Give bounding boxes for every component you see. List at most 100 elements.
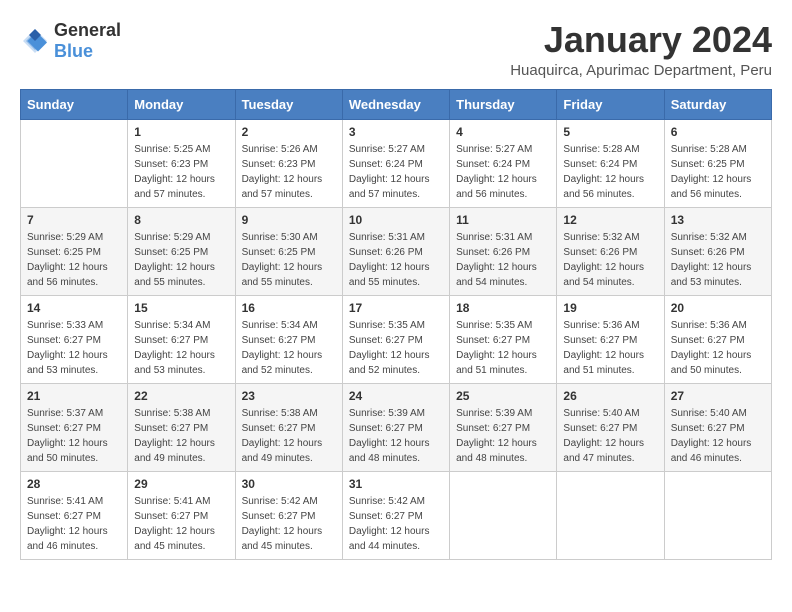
day-number: 27 xyxy=(671,389,765,403)
day-number: 4 xyxy=(456,125,550,139)
day-number: 3 xyxy=(349,125,443,139)
day-number: 1 xyxy=(134,125,228,139)
day-cell: 4 Sunrise: 5:27 AMSunset: 6:24 PMDaylight… xyxy=(450,119,557,207)
page-header: General Blue January 2024 Huaquirca, Apu… xyxy=(20,20,772,79)
day-cell: 5Sunrise: 5:28 AMSunset: 6:24 PMDaylight… xyxy=(557,119,664,207)
day-info: Sunrise: 5:27 AMSunset: 6:24 PMDaylight:… xyxy=(349,142,443,202)
day-info: Sunrise: 5:35 AMSunset: 6:27 PMDaylight:… xyxy=(349,318,443,378)
day-info: Sunrise: 5:25 AMSunset: 6:23 PMDaylight:… xyxy=(134,142,228,202)
day-number: 23 xyxy=(242,389,336,403)
day-info: Sunrise: 5:38 AMSunset: 6:27 PMDaylight:… xyxy=(134,406,228,466)
day-info: Sunrise: 5:29 AMSunset: 6:25 PMDaylight:… xyxy=(27,230,121,290)
day-cell: 9Sunrise: 5:30 AMSunset: 6:25 PMDaylight… xyxy=(235,207,342,295)
calendar-header: SundayMondayTuesdayWednesdayThursdayFrid… xyxy=(21,89,772,119)
day-info: Sunrise: 5:34 AMSunset: 6:27 PMDaylight:… xyxy=(134,318,228,378)
logo-general-text: General xyxy=(54,20,121,40)
week-row-2: 7Sunrise: 5:29 AMSunset: 6:25 PMDaylight… xyxy=(21,207,772,295)
day-number: 21 xyxy=(27,389,121,403)
day-number: 6 xyxy=(671,125,765,139)
day-number: 11 xyxy=(456,213,550,227)
day-cell xyxy=(557,471,664,559)
day-info: Sunrise: 5:36 AMSunset: 6:27 PMDaylight:… xyxy=(563,318,657,378)
day-info: Sunrise: 5:40 AMSunset: 6:27 PMDaylight:… xyxy=(671,406,765,466)
day-cell: 28Sunrise: 5:41 AMSunset: 6:27 PMDayligh… xyxy=(21,471,128,559)
week-row-5: 28Sunrise: 5:41 AMSunset: 6:27 PMDayligh… xyxy=(21,471,772,559)
day-number: 17 xyxy=(349,301,443,315)
day-cell: 29 Sunrise: 5:41 AMSunset: 6:27 PMDayligh… xyxy=(128,471,235,559)
day-info: Sunrise: 5:37 AMSunset: 6:27 PMDaylight:… xyxy=(27,406,121,466)
day-cell: 14Sunrise: 5:33 AMSunset: 6:27 PMDayligh… xyxy=(21,295,128,383)
day-info: Sunrise: 5:39 AMSunset: 6:27 PMDaylight:… xyxy=(349,406,443,466)
day-cell: 20Sunrise: 5:36 AMSunset: 6:27 PMDayligh… xyxy=(664,295,771,383)
day-info: Sunrise: 5:31 AMSunset: 6:26 PMDaylight:… xyxy=(456,230,550,290)
day-cell: 7Sunrise: 5:29 AMSunset: 6:25 PMDaylight… xyxy=(21,207,128,295)
week-row-4: 21 Sunrise: 5:37 AMSunset: 6:27 PMDayligh… xyxy=(21,383,772,471)
calendar-subtitle: Huaquirca, Apurimac Department, Peru xyxy=(510,62,772,79)
day-number: 16 xyxy=(242,301,336,315)
header-day-thursday: Thursday xyxy=(450,89,557,119)
day-number: 20 xyxy=(671,301,765,315)
day-info: Sunrise: 5:42 AMSunset: 6:27 PMDaylight:… xyxy=(242,494,336,554)
week-row-3: 14Sunrise: 5:33 AMSunset: 6:27 PMDayligh… xyxy=(21,295,772,383)
day-number: 15 xyxy=(134,301,228,315)
day-info: Sunrise: 5:38 AMSunset: 6:27 PMDaylight:… xyxy=(242,406,336,466)
day-number: 24 xyxy=(349,389,443,403)
header-day-saturday: Saturday xyxy=(664,89,771,119)
day-info: Sunrise: 5:32 AMSunset: 6:26 PMDaylight:… xyxy=(563,230,657,290)
day-cell: 1 Sunrise: 5:25 AMSunset: 6:23 PMDaylight… xyxy=(128,119,235,207)
day-info: Sunrise: 5:35 AMSunset: 6:27 PMDaylight:… xyxy=(456,318,550,378)
day-number: 18 xyxy=(456,301,550,315)
day-number: 22 xyxy=(134,389,228,403)
day-cell: 31 Sunrise: 5:42 AMSunset: 6:27 PMDayligh… xyxy=(342,471,449,559)
day-cell xyxy=(450,471,557,559)
day-number: 13 xyxy=(671,213,765,227)
calendar-table: SundayMondayTuesdayWednesdayThursdayFrid… xyxy=(20,89,772,560)
day-number: 10 xyxy=(349,213,443,227)
day-cell: 16Sunrise: 5:34 AMSunset: 6:27 PMDayligh… xyxy=(235,295,342,383)
header-day-tuesday: Tuesday xyxy=(235,89,342,119)
day-cell xyxy=(664,471,771,559)
week-row-1: 1 Sunrise: 5:25 AMSunset: 6:23 PMDaylight… xyxy=(21,119,772,207)
title-block: January 2024 Huaquirca, Apurimac Departm… xyxy=(510,20,772,79)
day-cell: 26Sunrise: 5:40 AMSunset: 6:27 PMDayligh… xyxy=(557,383,664,471)
day-cell: 22 Sunrise: 5:38 AMSunset: 6:27 PMDayligh… xyxy=(128,383,235,471)
day-info: Sunrise: 5:29 AMSunset: 6:25 PMDaylight:… xyxy=(134,230,228,290)
header-day-sunday: Sunday xyxy=(21,89,128,119)
day-number: 14 xyxy=(27,301,121,315)
day-number: 9 xyxy=(242,213,336,227)
day-number: 5 xyxy=(563,125,657,139)
day-info: Sunrise: 5:42 AMSunset: 6:27 PMDaylight:… xyxy=(349,494,443,554)
day-info: Sunrise: 5:31 AMSunset: 6:26 PMDaylight:… xyxy=(349,230,443,290)
day-info: Sunrise: 5:39 AMSunset: 6:27 PMDaylight:… xyxy=(456,406,550,466)
day-number: 8 xyxy=(134,213,228,227)
day-number: 29 xyxy=(134,477,228,491)
header-row: SundayMondayTuesdayWednesdayThursdayFrid… xyxy=(21,89,772,119)
day-cell: 15 Sunrise: 5:34 AMSunset: 6:27 PMDayligh… xyxy=(128,295,235,383)
day-info: Sunrise: 5:27 AMSunset: 6:24 PMDaylight:… xyxy=(456,142,550,202)
day-cell: 30Sunrise: 5:42 AMSunset: 6:27 PMDayligh… xyxy=(235,471,342,559)
logo: General Blue xyxy=(20,20,121,62)
day-info: Sunrise: 5:26 AMSunset: 6:23 PMDaylight:… xyxy=(242,142,336,202)
day-cell: 11 Sunrise: 5:31 AMSunset: 6:26 PMDayligh… xyxy=(450,207,557,295)
day-info: Sunrise: 5:32 AMSunset: 6:26 PMDaylight:… xyxy=(671,230,765,290)
day-cell: 18 Sunrise: 5:35 AMSunset: 6:27 PMDayligh… xyxy=(450,295,557,383)
day-cell: 13 Sunrise: 5:32 AMSunset: 6:26 PMDayligh… xyxy=(664,207,771,295)
day-info: Sunrise: 5:41 AMSunset: 6:27 PMDaylight:… xyxy=(27,494,121,554)
day-number: 25 xyxy=(456,389,550,403)
day-cell: 24 Sunrise: 5:39 AMSunset: 6:27 PMDayligh… xyxy=(342,383,449,471)
day-cell: 2 Sunrise: 5:26 AMSunset: 6:23 PMDaylight… xyxy=(235,119,342,207)
day-cell: 21 Sunrise: 5:37 AMSunset: 6:27 PMDayligh… xyxy=(21,383,128,471)
day-number: 31 xyxy=(349,477,443,491)
day-cell xyxy=(21,119,128,207)
day-cell: 17 Sunrise: 5:35 AMSunset: 6:27 PMDayligh… xyxy=(342,295,449,383)
day-cell: 3 Sunrise: 5:27 AMSunset: 6:24 PMDaylight… xyxy=(342,119,449,207)
day-cell: 25 Sunrise: 5:39 AMSunset: 6:27 PMDayligh… xyxy=(450,383,557,471)
day-cell: 12Sunrise: 5:32 AMSunset: 6:26 PMDayligh… xyxy=(557,207,664,295)
day-number: 26 xyxy=(563,389,657,403)
day-cell: 6Sunrise: 5:28 AMSunset: 6:25 PMDaylight… xyxy=(664,119,771,207)
day-number: 19 xyxy=(563,301,657,315)
day-cell: 19 Sunrise: 5:36 AMSunset: 6:27 PMDayligh… xyxy=(557,295,664,383)
logo-icon xyxy=(20,26,50,56)
day-info: Sunrise: 5:41 AMSunset: 6:27 PMDaylight:… xyxy=(134,494,228,554)
day-number: 2 xyxy=(242,125,336,139)
